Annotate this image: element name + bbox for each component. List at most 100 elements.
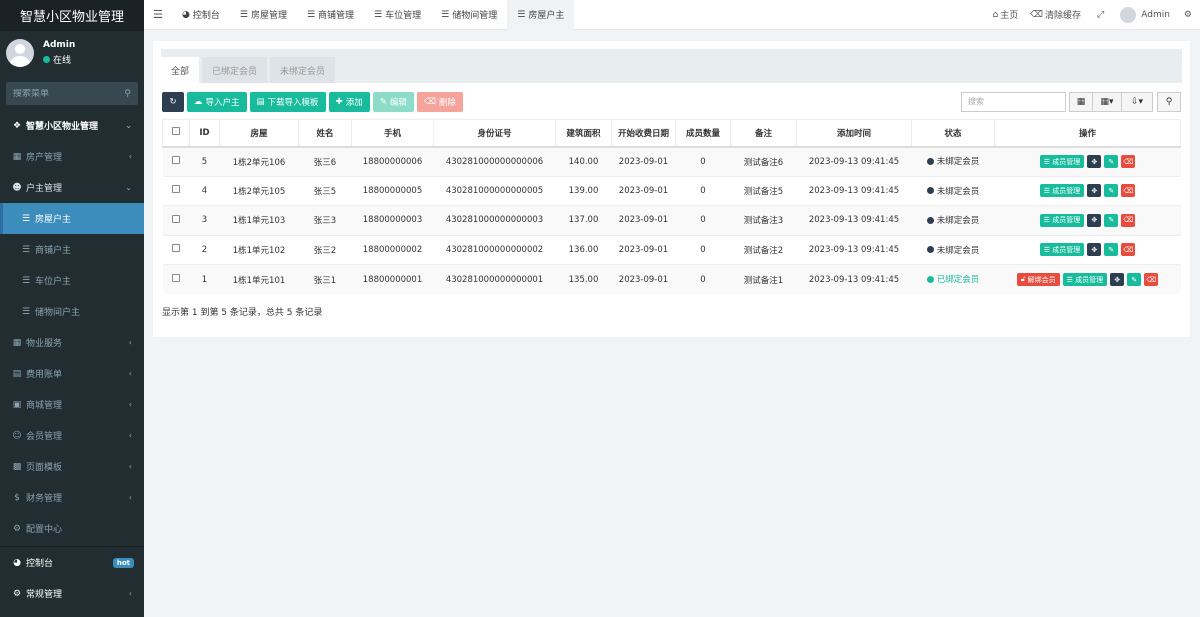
- row-status: 已绑定会员: [911, 264, 995, 294]
- delete-row-button[interactable]: ⌫: [1121, 243, 1136, 257]
- table-row[interactable]: 2 1栋1单元102 张三2 18800000002 43028100000000000…: [162, 234, 1181, 265]
- brand-title[interactable]: 智慧小区物业管理: [0, 0, 144, 31]
- download-template-button[interactable]: ▤ 下载导入模板: [249, 91, 326, 112]
- table-row[interactable]: 3 1栋1单元103 张三3 18800000003 43028100000000000…: [162, 205, 1181, 235]
- row-select[interactable]: [162, 146, 190, 176]
- edit-row-button[interactable]: ✎: [1104, 184, 1119, 198]
- sidebar-item-storage-owner[interactable]: ☰ 储物间户主: [0, 296, 144, 327]
- delete-row-button[interactable]: ⌫: [1121, 184, 1136, 198]
- tab-dashboard[interactable]: ◕ 控制台: [172, 0, 230, 30]
- select-all-header[interactable]: [162, 119, 190, 148]
- search-icon[interactable]: ⚲: [124, 89, 131, 99]
- delete-row-button[interactable]: ⌫: [1144, 273, 1159, 286]
- columns-button[interactable]: ▦▾: [1092, 91, 1122, 112]
- tab-house[interactable]: ☰ 房屋管理: [230, 0, 297, 30]
- sidebar-item-mall[interactable]: ▣ 商城管理 ‹: [0, 389, 144, 420]
- user-menu[interactable]: Admin: [1114, 6, 1176, 23]
- table-row[interactable]: 1 1栋1单元101 张三1 18800000001 43028100000000000…: [162, 264, 1181, 294]
- row-id: 5: [189, 146, 220, 176]
- table-row[interactable]: 5 1栋2单元106 张三6 18800000006 43028100000000000…: [162, 146, 1181, 176]
- import-button[interactable]: ☁ 导入户主: [187, 91, 247, 112]
- member-management-button[interactable]: ☰ 成员管理: [1039, 213, 1085, 227]
- col-idcard[interactable]: 身份证号: [433, 119, 556, 148]
- col-start-date[interactable]: 开始收费日期: [611, 119, 676, 148]
- row-checkbox[interactable]: [172, 214, 180, 223]
- tab-unbound[interactable]: 未绑定会员: [270, 57, 336, 83]
- tab-bound[interactable]: 已绑定会员: [202, 57, 268, 83]
- sidebar-item-community[interactable]: ❖ 智慧小区物业管理 ⌄: [0, 110, 144, 141]
- refresh-button[interactable]: ↻: [162, 91, 184, 112]
- sidebar-item-shop-owner[interactable]: ☰ 商铺户主: [0, 234, 144, 265]
- sidebar-item-service[interactable]: ▦ 物业服务 ‹: [0, 327, 144, 358]
- sidebar-item-house-owner[interactable]: ☰ 房屋户主: [0, 203, 144, 234]
- col-area[interactable]: 建筑面积: [555, 119, 612, 148]
- col-name[interactable]: 姓名: [298, 119, 352, 148]
- add-button[interactable]: ✚ 添加: [328, 91, 370, 112]
- menu-search-input[interactable]: [13, 88, 113, 99]
- clear-cache-link[interactable]: ⌫ 清除缓存: [1024, 8, 1087, 22]
- drag-button[interactable]: ✥: [1087, 213, 1102, 227]
- col-added-time[interactable]: 添加时间: [796, 119, 912, 148]
- sidebar-item-finance[interactable]: $ 财务管理 ‹: [0, 482, 144, 513]
- sidebar-item-general[interactable]: ⚙ 常规管理 ‹: [0, 578, 144, 609]
- member-management-button[interactable]: ☰ 成员管理: [1039, 243, 1085, 257]
- row-remark: 测试备注1: [730, 264, 797, 294]
- member-management-button[interactable]: ☰ 成员管理: [1039, 155, 1085, 168]
- delete-row-button[interactable]: ⌫: [1121, 155, 1136, 168]
- tab-all[interactable]: 全部: [161, 57, 200, 83]
- drag-button[interactable]: ✥: [1087, 243, 1102, 257]
- dollar-icon: $: [14, 492, 20, 503]
- edit-row-button[interactable]: ✎: [1104, 213, 1119, 227]
- sidebar-item-bills[interactable]: ▤ 费用账单 ‹: [0, 358, 144, 389]
- toggle-view-button[interactable]: ▦: [1069, 91, 1093, 112]
- delete-button[interactable]: ⌫ 删除: [416, 91, 463, 112]
- fullscreen-icon[interactable]: ⤢: [1087, 10, 1114, 20]
- edit-row-button[interactable]: ✎: [1104, 243, 1119, 257]
- tab-shop[interactable]: ☰ 商铺管理: [297, 0, 364, 30]
- edit-button[interactable]: ✎ 编辑: [372, 91, 414, 112]
- row-checkbox[interactable]: [172, 244, 180, 253]
- sidebar-item-templates[interactable]: ▩ 页面模板 ‹: [0, 451, 144, 482]
- export-button[interactable]: ⇩▾: [1121, 91, 1153, 112]
- edit-row-button[interactable]: ✎: [1104, 155, 1119, 168]
- search-toggle-button[interactable]: ⚲: [1157, 91, 1181, 112]
- row-added-time: 2023-09-13 09:41:45: [796, 175, 912, 206]
- sidebar-item-members[interactable]: ☺ 会员管理 ‹: [0, 420, 144, 451]
- row-select[interactable]: [162, 234, 190, 265]
- unbind-member-button[interactable]: 🔓︎ 解绑会员: [1016, 273, 1060, 286]
- row-checkbox[interactable]: [172, 156, 180, 164]
- drag-button[interactable]: ✥: [1087, 155, 1102, 168]
- table-search-input[interactable]: [961, 91, 1066, 112]
- sidebar-item-dashboard[interactable]: ◕ 控制台 hot: [0, 547, 144, 578]
- sidebar-item-owner-management[interactable]: ☻ 户主管理 ⌄: [0, 172, 144, 203]
- col-house[interactable]: 房屋: [219, 119, 299, 148]
- col-id[interactable]: ID: [189, 119, 220, 148]
- col-remark[interactable]: 备注: [730, 119, 797, 148]
- row-checkbox[interactable]: [172, 274, 180, 282]
- delete-row-button[interactable]: ⌫: [1121, 213, 1136, 227]
- settings-gear-icon[interactable]: ⚙: [1176, 10, 1200, 20]
- tab-storage[interactable]: ☰ 储物间管理: [431, 0, 507, 30]
- table-row[interactable]: 4 1栋2单元105 张三5 18800000005 43028100000000000…: [162, 175, 1181, 206]
- drag-button[interactable]: ✥: [1110, 273, 1125, 286]
- tab-house-owner[interactable]: ☰ 房屋户主: [507, 0, 575, 30]
- sidebar-item-property[interactable]: ▦ 房产管理 ‹: [0, 141, 144, 172]
- member-management-button[interactable]: ☰ 成员管理: [1062, 273, 1108, 286]
- row-select[interactable]: [162, 264, 190, 294]
- sidebar-item-parking-owner[interactable]: ☰ 车位户主: [0, 265, 144, 296]
- menu-toggle-icon[interactable]: ☰: [144, 8, 172, 21]
- col-phone[interactable]: 手机: [351, 119, 434, 148]
- home-link[interactable]: ⌂ 主页: [987, 8, 1025, 22]
- col-status[interactable]: 状态: [911, 119, 995, 148]
- col-members[interactable]: 成员数量: [675, 119, 731, 148]
- edit-row-button[interactable]: ✎: [1127, 273, 1142, 286]
- tab-parking[interactable]: ☰ 车位管理: [364, 0, 431, 30]
- row-checkbox[interactable]: [172, 185, 180, 194]
- member-management-button[interactable]: ☰ 成员管理: [1039, 184, 1085, 198]
- sidebar-item-config[interactable]: ⚙ 配置中心: [0, 513, 144, 544]
- online-dot-icon: [43, 56, 50, 63]
- drag-button[interactable]: ✥: [1087, 184, 1102, 198]
- row-select[interactable]: [162, 175, 190, 206]
- row-select[interactable]: [162, 205, 190, 235]
- select-all-checkbox[interactable]: [172, 127, 180, 136]
